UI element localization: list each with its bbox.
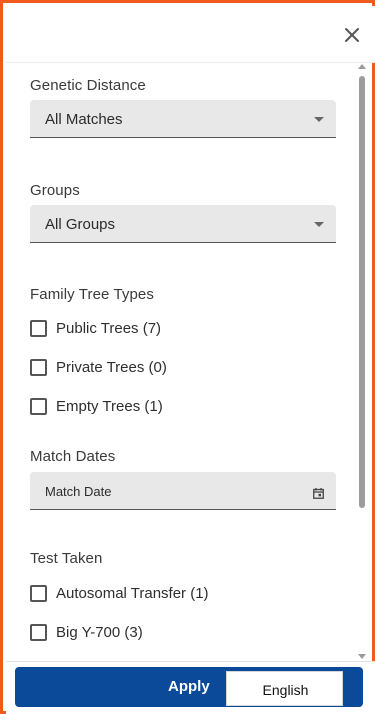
- scrollbar-thumb[interactable]: [359, 76, 365, 508]
- language-label: English: [262, 682, 309, 698]
- checkbox-label: Private Trees (0): [56, 359, 167, 376]
- checkbox-label: Empty Trees (1): [56, 398, 163, 415]
- checkbox-icon[interactable]: [30, 359, 47, 376]
- genetic-distance-value: All Matches: [45, 111, 123, 128]
- family-tree-types-label: Family Tree Types: [30, 286, 154, 303]
- scroll-down-arrow-icon[interactable]: [358, 654, 366, 659]
- genetic-distance-label: Genetic Distance: [30, 77, 146, 94]
- panel-header: [6, 6, 375, 63]
- groups-label: Groups: [30, 182, 80, 199]
- checkbox-label: Big Y-700 (3): [56, 624, 143, 641]
- close-icon: [345, 28, 359, 42]
- checkbox-icon[interactable]: [30, 624, 47, 641]
- dropdown-arrow-icon: [314, 222, 324, 227]
- checkbox-label: Public Trees (7): [56, 320, 162, 337]
- calendar-icon[interactable]: [313, 486, 324, 504]
- close-button[interactable]: [341, 24, 363, 46]
- test-taken-label: Test Taken: [30, 550, 103, 567]
- scrollbar[interactable]: [358, 64, 366, 659]
- groups-value: All Groups: [45, 216, 116, 233]
- groups-select[interactable]: All Groups: [30, 205, 336, 243]
- match-date-input[interactable]: Match Date: [30, 472, 336, 510]
- checkbox-icon[interactable]: [30, 398, 47, 415]
- checkbox-icon[interactable]: [30, 585, 47, 602]
- genetic-distance-select[interactable]: All Matches: [30, 100, 336, 138]
- match-dates-label: Match Dates: [30, 448, 116, 465]
- panel-footer: Apply English: [6, 661, 375, 714]
- filters-scroll-area[interactable]: Genetic Distance All Matches Groups All …: [6, 64, 375, 659]
- scroll-up-arrow-icon[interactable]: [358, 64, 366, 69]
- checkbox-label: Autosomal Transfer (1): [56, 585, 209, 602]
- filter-panel: Genetic Distance All Matches Groups All …: [0, 0, 375, 714]
- dropdown-arrow-icon: [314, 117, 324, 122]
- checkbox-icon[interactable]: [30, 320, 47, 337]
- match-date-placeholder: Match Date: [45, 484, 112, 499]
- apply-button-label: Apply: [168, 678, 210, 695]
- language-selector[interactable]: English: [226, 671, 343, 706]
